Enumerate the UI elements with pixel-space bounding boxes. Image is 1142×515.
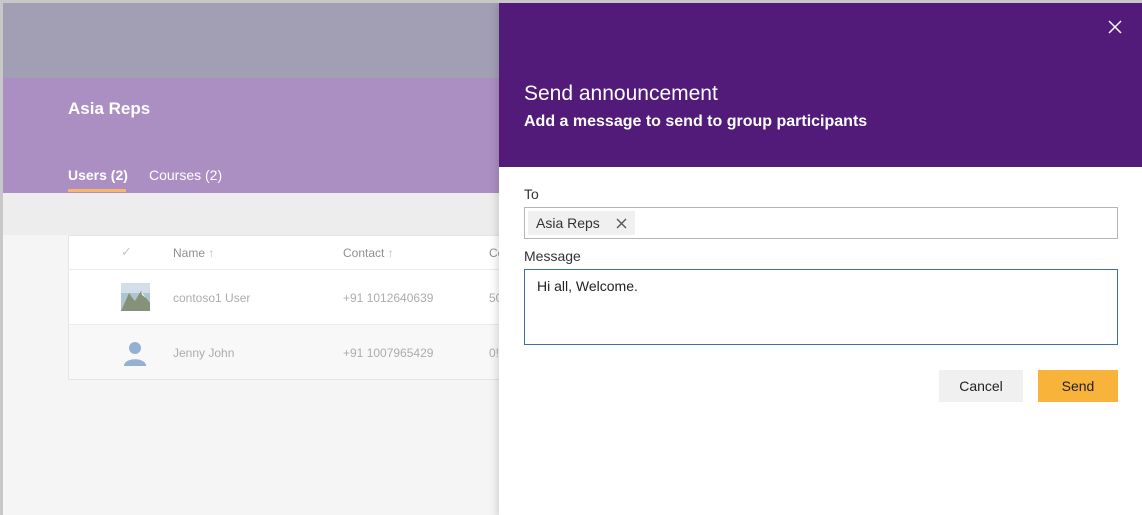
- remove-recipient-icon[interactable]: [616, 218, 627, 229]
- panel-subtitle: Add a message to send to group participa…: [524, 113, 868, 130]
- close-icon: [1108, 20, 1122, 34]
- cancel-button[interactable]: Cancel: [939, 370, 1023, 402]
- send-button[interactable]: Send: [1038, 370, 1118, 402]
- panel-header: Send announcement Add a message to send …: [499, 3, 1142, 167]
- recipient-chip: Asia Reps: [528, 211, 635, 235]
- to-label: To: [524, 186, 539, 202]
- send-announcement-panel: Send announcement Add a message to send …: [499, 3, 1142, 515]
- message-label: Message: [524, 248, 581, 264]
- to-field[interactable]: Asia Reps: [524, 207, 1118, 239]
- message-field[interactable]: Hi all, Welcome.: [524, 269, 1118, 345]
- app-window: Asia Reps Users (2) Courses (2) ✓ Name ↑…: [0, 0, 1142, 515]
- recipient-chip-label: Asia Reps: [536, 215, 600, 231]
- close-button[interactable]: [1105, 17, 1125, 37]
- panel-title: Send announcement: [524, 82, 718, 105]
